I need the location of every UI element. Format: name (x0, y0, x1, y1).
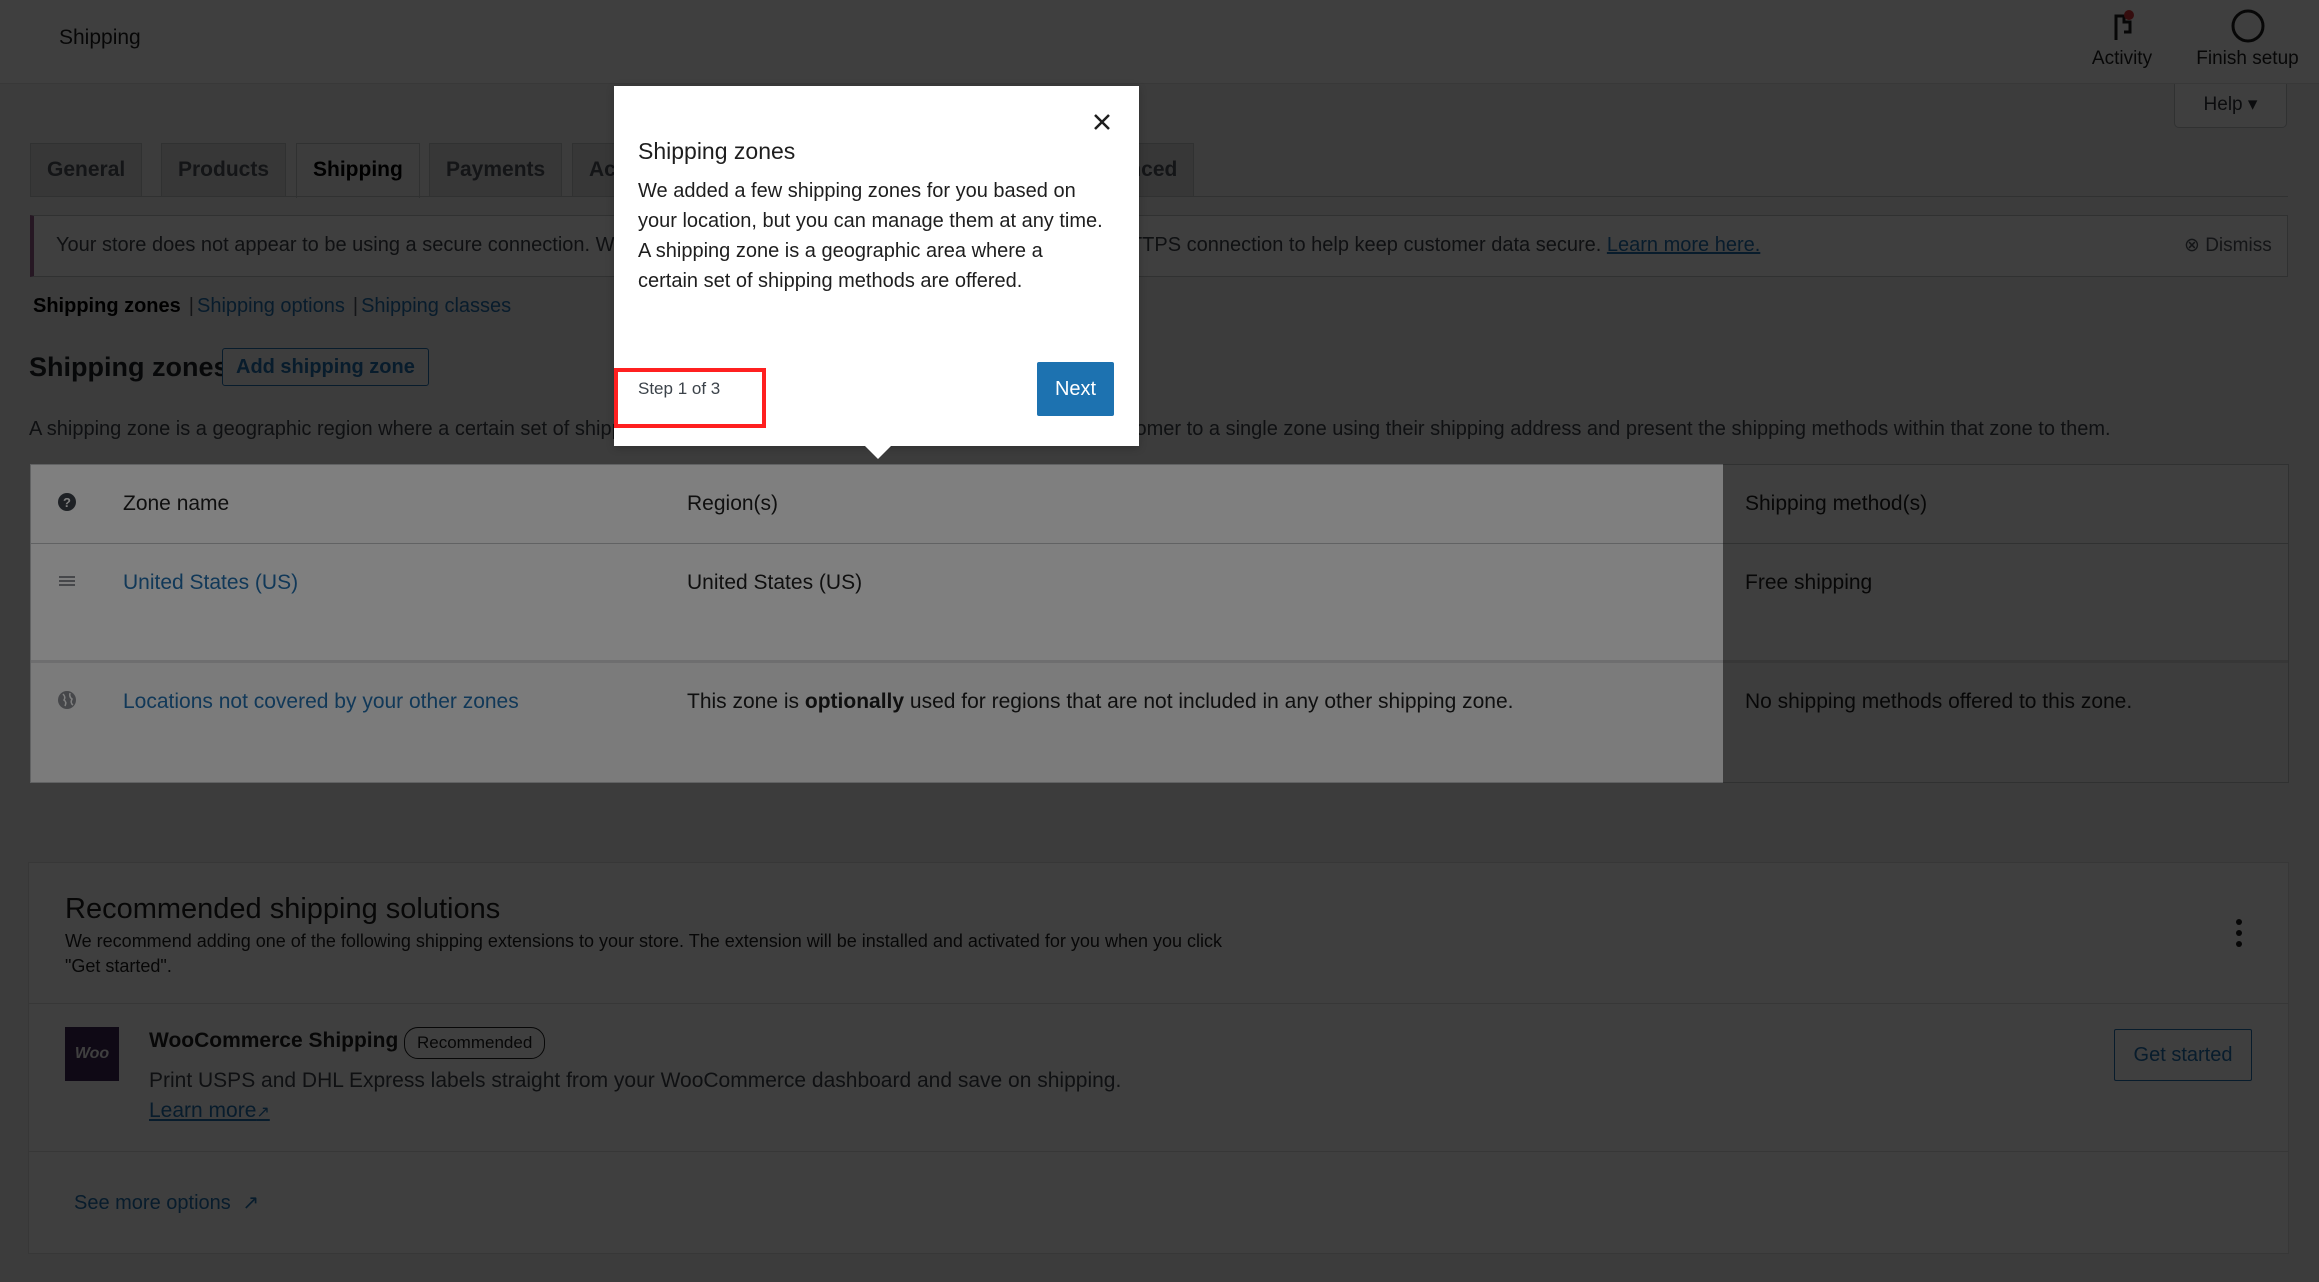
region-text: This zone is (687, 690, 805, 713)
popover-arrow (864, 445, 892, 459)
zone-name-link[interactable]: Locations not covered by your other zone… (123, 690, 519, 714)
column-zone-name: Zone name (123, 492, 230, 515)
see-more-label: See more options (74, 1192, 231, 1214)
close-circle-icon: ⊗ (2184, 235, 2200, 256)
step-highlight-box (614, 368, 766, 428)
learn-more-link[interactable]: Learn more here. (1607, 234, 1760, 256)
woo-logo: Woo (65, 1027, 119, 1081)
tour-body-line: A shipping zone is a geographic area whe… (638, 240, 1043, 292)
globe-icon (57, 690, 77, 716)
extension-description: Print USPS and DHL Express labels straig… (149, 1069, 1122, 1092)
table-header: ? Zone name Region(s) Shipping method(s) (31, 465, 2288, 544)
get-started-button[interactable]: Get started (2114, 1029, 2252, 1081)
learn-more-label: Learn more (149, 1099, 257, 1122)
next-button[interactable]: Next (1037, 362, 1114, 416)
tour-popover: Shipping zones We added a few shipping z… (614, 86, 1139, 446)
see-more-options-link[interactable]: See more options ↗ (74, 1190, 259, 1215)
column-regions: Region(s) (687, 492, 779, 515)
activity-label: Activity (2091, 48, 2153, 69)
svg-text:?: ? (63, 495, 71, 510)
activity-button[interactable]: Activity (2082, 8, 2162, 70)
tour-title: Shipping zones (638, 138, 796, 164)
table-row[interactable]: Locations not covered by your other zone… (31, 663, 2288, 782)
tour-body: We added a few shipping zones for you ba… (638, 176, 1108, 296)
drag-handle-icon[interactable] (57, 571, 77, 597)
recommended-description: We recommend adding one of the following… (65, 931, 1223, 976)
shipping-zones-table: ? Zone name Region(s) Shipping method(s)… (30, 464, 2289, 783)
external-link-icon: ↗ (256, 1104, 270, 1121)
tour-body-line: We added a few shipping zones for you ba… (638, 180, 1103, 232)
help-button[interactable]: Help ▾ (2174, 84, 2287, 128)
recommended-badge: Recommended (404, 1027, 546, 1059)
finish-setup-button[interactable]: Finish setup (2185, 8, 2310, 70)
recommended-title: Recommended shipping solutions (65, 893, 501, 925)
tabs-divider (30, 196, 2288, 197)
page-title: Shipping (59, 26, 141, 49)
top-header: Shipping Activity Finish setup (0, 0, 2319, 84)
recommended-shipping-card: Recommended shipping solutions We recomm… (28, 862, 2289, 1254)
card-divider (29, 1003, 2288, 1004)
subnav-shipping-classes[interactable]: Shipping classes (361, 295, 511, 317)
external-link-icon: ↗ (242, 1192, 260, 1214)
tab-general[interactable]: General (30, 143, 143, 196)
extension-name: WooCommerce Shipping (149, 1029, 399, 1052)
zones-heading: Shipping zones (29, 352, 229, 382)
subnav-shipping-zones[interactable]: Shipping zones (33, 295, 181, 317)
more-options-icon[interactable] (2229, 917, 2249, 951)
progress-circle-icon (2231, 9, 2264, 43)
column-shipping-methods: Shipping method(s) (1745, 492, 1928, 515)
region-emphasis: optionally (804, 690, 905, 713)
zone-region: United States (US) (687, 571, 863, 594)
zone-methods: Free shipping (1745, 571, 1873, 594)
subnav-shipping-options[interactable]: Shipping options (197, 295, 345, 317)
finish-setup-label: Finish setup (2196, 48, 2299, 69)
add-shipping-zone-button[interactable]: Add shipping zone (222, 348, 429, 386)
shipping-subnav: Shipping zones | Shipping options | Shipping… (33, 295, 512, 317)
zone-methods: No shipping methods offered to this zone… (1745, 690, 2133, 713)
table-row[interactable]: United States (US) United States (US) Fr… (31, 544, 2288, 663)
close-icon[interactable] (1088, 108, 1116, 136)
https-notice: Your store does not appear to be using a… (30, 215, 2288, 277)
dismiss-button[interactable]: ⊗ Dismiss (2184, 234, 2272, 257)
card-divider (29, 1151, 2288, 1152)
zone-name-link[interactable]: United States (US) (123, 571, 298, 595)
tab-shipping[interactable]: Shipping (296, 143, 420, 198)
flag-icon (2114, 10, 2134, 40)
help-icon[interactable]: ? (57, 492, 77, 518)
tab-payments[interactable]: Payments (429, 143, 563, 196)
zone-region: This zone is optionally used for regions… (687, 690, 1513, 714)
region-text: used for regions that are not included i… (904, 690, 1514, 713)
extension-learn-more-link[interactable]: Learn more↗ (149, 1099, 270, 1123)
tab-products[interactable]: Products (161, 143, 287, 196)
dismiss-label: Dismiss (2205, 235, 2272, 256)
